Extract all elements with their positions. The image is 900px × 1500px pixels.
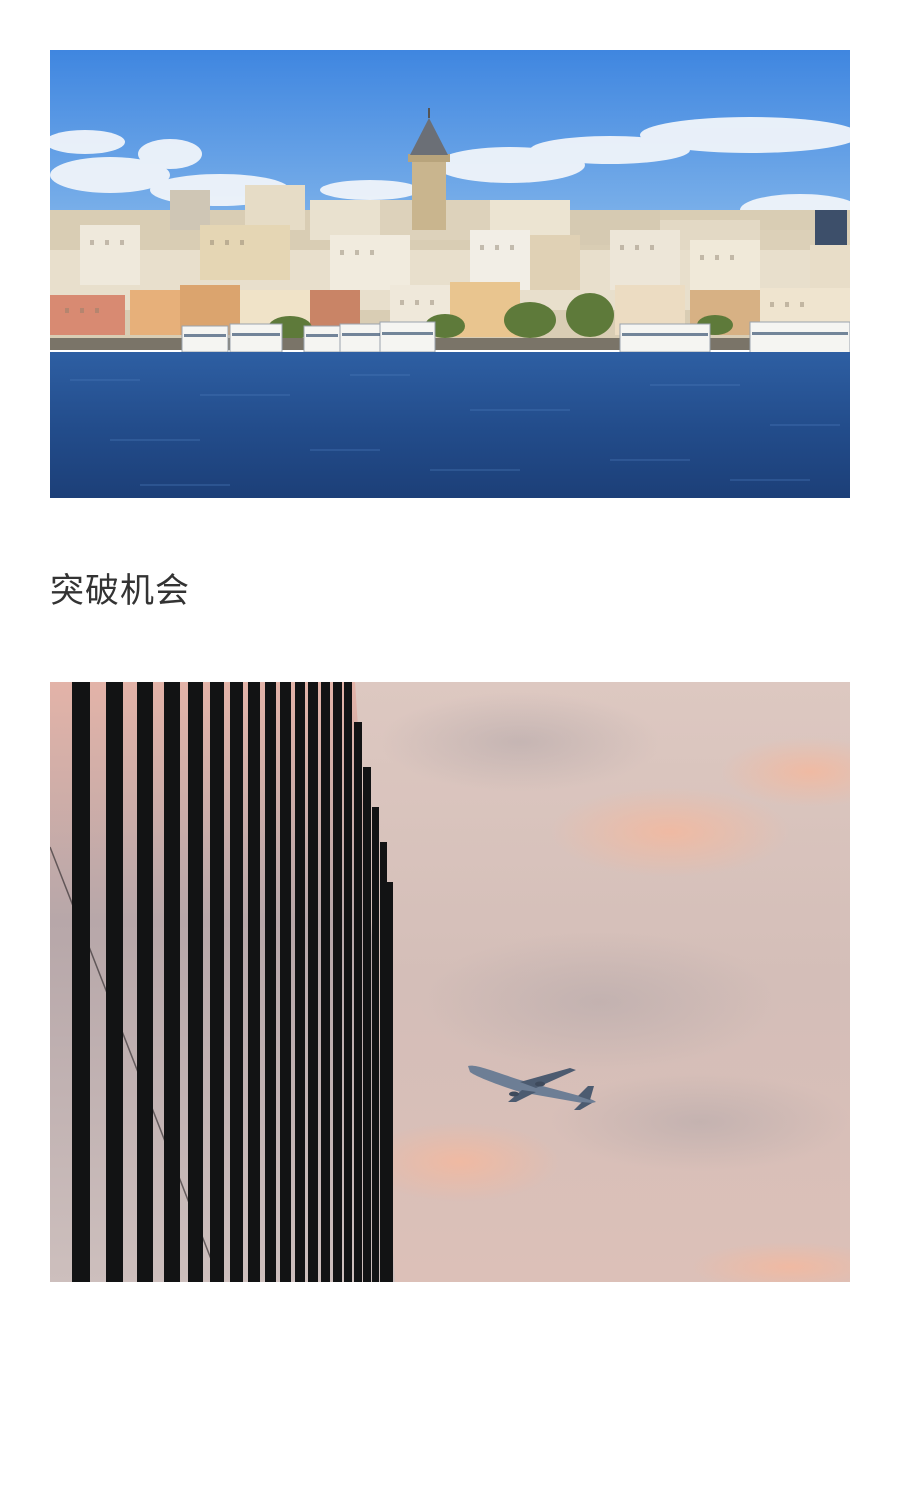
city-waterfront-illustration [50, 50, 850, 498]
city-waterfront-photo [50, 50, 850, 498]
airplane-skyscraper-photo [50, 682, 850, 1282]
quay [50, 338, 850, 350]
skyscraper-fins [72, 682, 393, 1282]
section-heading: 突破机会 [50, 571, 190, 611]
water [50, 352, 850, 498]
airplane-skyscraper-illustration [50, 682, 850, 1282]
